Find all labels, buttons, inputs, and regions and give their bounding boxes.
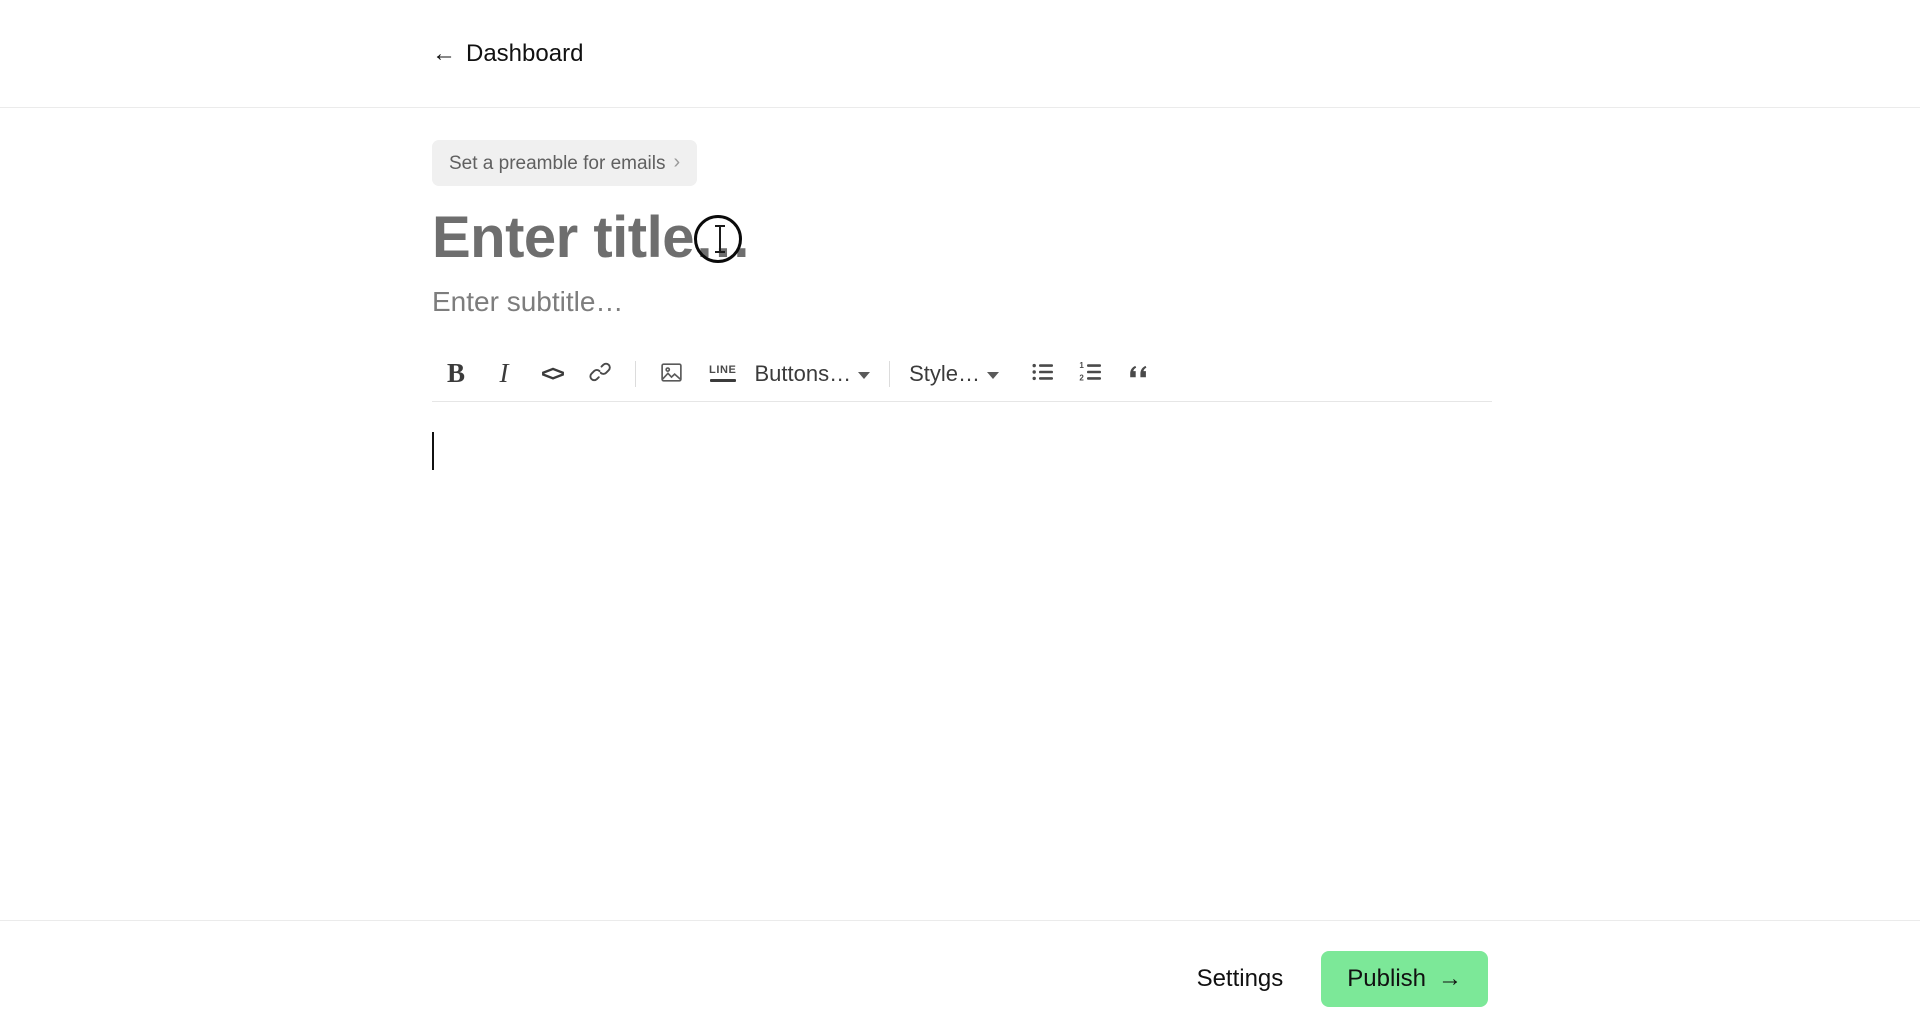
numbered-list-icon: 1 2 xyxy=(1079,361,1103,386)
back-link-label: Dashboard xyxy=(466,39,584,67)
publish-button[interactable]: Publish → xyxy=(1321,950,1488,1007)
set-preamble-label: Set a preamble for emails xyxy=(449,152,666,174)
back-to-dashboard-link[interactable]: ← Dashboard xyxy=(432,39,584,67)
arrow-right-icon: → xyxy=(1438,964,1462,992)
bold-icon: B xyxy=(446,358,465,389)
toolbar-divider-2 xyxy=(889,360,891,387)
chevron-down-icon xyxy=(858,372,871,380)
editor-main: Set a preamble for emails › Enter title…… xyxy=(0,108,1920,920)
blockquote-button[interactable] xyxy=(1115,352,1163,396)
image-button[interactable] xyxy=(647,352,695,396)
settings-button[interactable]: Settings xyxy=(1193,957,1288,1001)
svg-text:1: 1 xyxy=(1079,361,1084,370)
numbered-list-button[interactable]: 1 2 xyxy=(1067,352,1115,396)
code-icon: <> xyxy=(541,360,565,386)
chevron-right-icon: › xyxy=(673,151,681,173)
horizontal-rule-label: LINE xyxy=(709,364,737,377)
arrow-left-icon: ← xyxy=(432,39,456,67)
bulleted-list-icon xyxy=(1031,361,1055,386)
buttons-dropdown-label: Buttons… xyxy=(754,360,852,386)
italic-button[interactable]: I xyxy=(480,352,528,396)
blockquote-icon xyxy=(1127,361,1151,386)
set-preamble-button[interactable]: Set a preamble for emails › xyxy=(432,140,698,186)
horizontal-rule-button[interactable]: LINE xyxy=(699,352,746,396)
link-icon xyxy=(588,360,612,387)
subtitle-input[interactable]: Enter subtitle… xyxy=(432,285,1920,319)
title-row: Enter title… xyxy=(432,207,1920,269)
header-inner: ← Dashboard xyxy=(0,39,1920,67)
horizontal-rule-icon xyxy=(709,379,736,383)
link-button[interactable] xyxy=(576,352,624,396)
image-icon xyxy=(659,360,684,388)
italic-icon: I xyxy=(499,358,509,389)
publish-label: Publish xyxy=(1347,964,1426,992)
svg-text:2: 2 xyxy=(1079,374,1084,383)
app-footer: Settings Publish → xyxy=(0,920,1920,1036)
title-input[interactable]: Enter title… xyxy=(432,207,752,269)
buttons-dropdown[interactable]: Buttons… xyxy=(746,352,878,396)
code-button[interactable]: <> xyxy=(528,352,576,396)
formatting-toolbar: B I <> LINE Buttons… Style… 1 2 xyxy=(432,346,1492,403)
bold-button[interactable]: B xyxy=(432,352,480,396)
app-header: ← Dashboard xyxy=(0,0,1920,108)
editor-column: Set a preamble for emails › Enter title…… xyxy=(0,108,1920,904)
editor-app: ← Dashboard Set a preamble for emails › … xyxy=(0,0,1920,1036)
settings-label: Settings xyxy=(1196,964,1284,992)
chevron-down-icon xyxy=(987,372,999,380)
body-editor[interactable] xyxy=(432,424,1492,904)
toolbar-divider-1 xyxy=(635,360,636,387)
style-dropdown[interactable]: Style… xyxy=(901,352,1007,396)
text-caret xyxy=(432,432,434,471)
bulleted-list-button[interactable] xyxy=(1019,352,1067,396)
style-dropdown-label: Style… xyxy=(909,360,980,386)
